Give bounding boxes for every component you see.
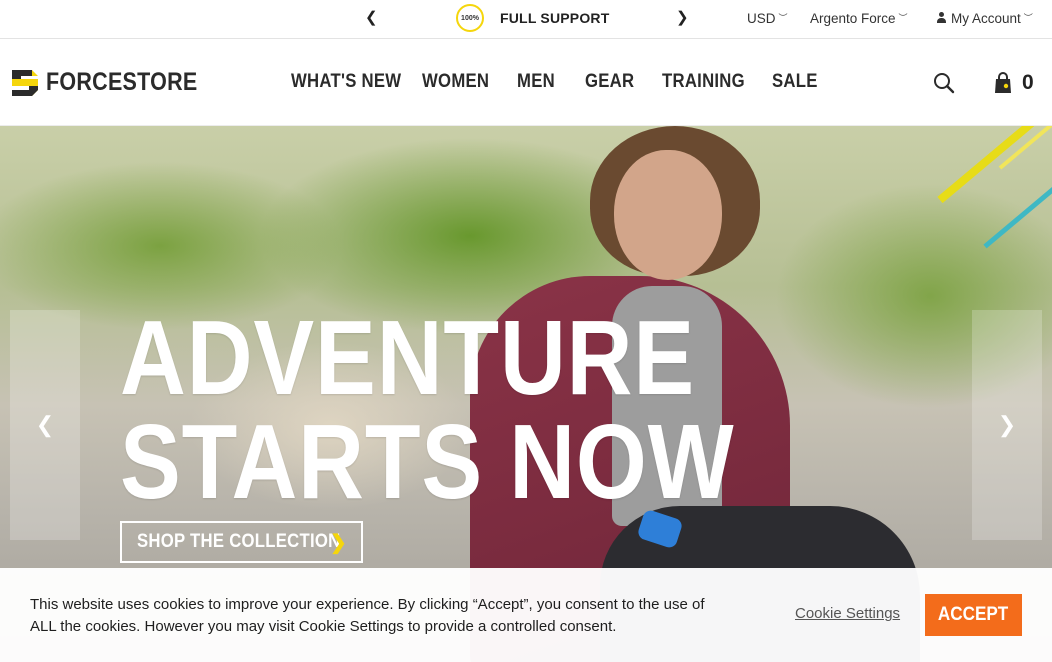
- search-icon: [934, 73, 955, 94]
- shop-collection-label: SHOP THE COLLECTION: [137, 531, 341, 552]
- chevron-down-icon: ︶: [1023, 13, 1033, 23]
- chevron-left-icon: ❮: [35, 412, 55, 437]
- currency-selector[interactable]: USD ︶: [747, 11, 788, 26]
- logo-mark-icon: [12, 70, 38, 96]
- cart-icon: [995, 72, 1011, 93]
- nav-item-sale[interactable]: SALE: [772, 71, 818, 93]
- cart-count: 0: [1022, 71, 1034, 94]
- full-support-badge-icon: 100%: [456, 4, 484, 32]
- hero-headline-line1: ADVENTURE: [120, 299, 696, 417]
- nav-item-gear[interactable]: GEAR: [585, 71, 634, 93]
- currency-label: USD: [747, 11, 776, 26]
- cookie-consent-bar: This website uses cookies to improve you…: [0, 568, 1052, 662]
- cookie-settings-link[interactable]: Cookie Settings: [795, 605, 900, 622]
- promo-message: FULL SUPPORT: [500, 10, 610, 26]
- accept-cookies-button[interactable]: ACCEPT: [925, 594, 1022, 636]
- nav-item-training[interactable]: TRAINING: [662, 71, 745, 93]
- account-menu[interactable]: My Account ︶: [936, 11, 1033, 26]
- main-header: FORCESTORE WHAT'S NEW WOMEN MEN GEAR TRA…: [0, 39, 1052, 126]
- nav-item-men[interactable]: MEN: [517, 71, 555, 93]
- chevron-down-icon: ︶: [778, 13, 788, 23]
- store-label: Argento Force: [810, 11, 896, 26]
- logo-text: FORCESTORE: [46, 67, 198, 96]
- account-label: My Account: [951, 11, 1021, 26]
- slider-next-button[interactable]: ❯: [972, 310, 1042, 540]
- user-icon: [936, 12, 947, 24]
- shop-collection-button[interactable]: SHOP THE COLLECTION ❯: [120, 521, 363, 563]
- decorative-stripe: [983, 173, 1052, 249]
- search-button[interactable]: [932, 71, 956, 95]
- top-bar: ❮ 100% FULL SUPPORT ❯ USD ︶ Argento Force…: [0, 0, 1052, 39]
- nav-item-women[interactable]: WOMEN: [422, 71, 489, 93]
- support-badge-label: 100%: [461, 14, 479, 22]
- nav-item-whats-new[interactable]: WHAT'S NEW: [291, 71, 401, 93]
- store-selector[interactable]: Argento Force ︶: [810, 11, 908, 26]
- accept-label: ACCEPT: [938, 604, 1009, 625]
- chevron-down-icon: ︶: [898, 13, 908, 23]
- cookie-message: This website uses cookies to improve you…: [30, 596, 705, 635]
- hero-photo-face: [614, 150, 722, 280]
- hero-headline-line2: STARTS NOW: [120, 403, 735, 521]
- store-logo[interactable]: FORCESTORE: [10, 65, 222, 99]
- chevron-right-icon: ❯: [330, 532, 347, 554]
- promo-prev-arrow[interactable]: ❮: [365, 9, 378, 27]
- promo-next-arrow[interactable]: ❯: [676, 9, 689, 27]
- hero-headline: ADVENTURE STARTS NOW: [120, 305, 735, 521]
- cart-button[interactable]: 0: [994, 71, 1034, 95]
- slider-prev-button[interactable]: ❮: [10, 310, 80, 540]
- chevron-right-icon: ❯: [997, 412, 1017, 437]
